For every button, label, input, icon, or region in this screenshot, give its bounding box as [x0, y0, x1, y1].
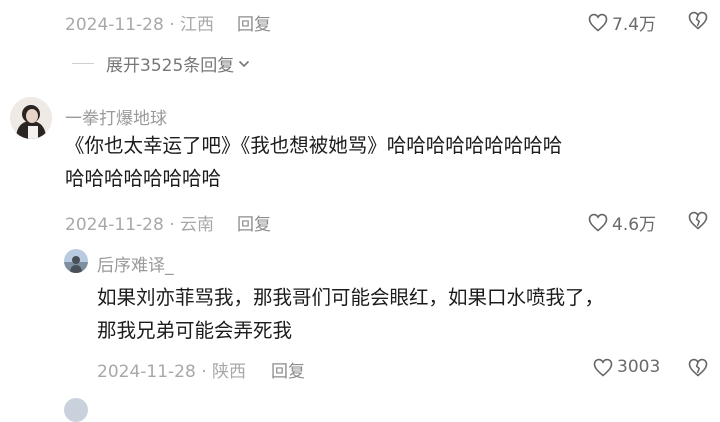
meta-separator: · [169, 215, 175, 235]
heart-icon [588, 13, 608, 32]
broken-heart-icon [688, 211, 708, 230]
reply-date: 2024-11-28 [97, 362, 196, 382]
heart-icon [588, 213, 608, 232]
dislike-button[interactable] [688, 211, 708, 234]
reply-meta: 2024-11-28 · 陕西 [97, 357, 246, 382]
broken-heart-icon [688, 358, 708, 377]
comment-location: 云南 [180, 215, 215, 235]
comment-meta: 2024-11-28 · 云南 [65, 210, 214, 235]
reply-button[interactable]: 回复 [237, 10, 271, 35]
avatar-image [64, 249, 88, 273]
dislike-button[interactable] [688, 11, 708, 34]
meta-separator: · [201, 362, 207, 382]
reply-text-line-1: 如果刘亦菲骂我，那我哥们可能会眼红，如果口水喷我了， [97, 286, 605, 309]
heart-icon [593, 358, 613, 377]
broken-heart-icon [688, 11, 708, 30]
reply-username[interactable]: 后序难译_ [97, 251, 174, 276]
avatar[interactable] [64, 249, 88, 273]
comment-location: 江西 [180, 15, 215, 35]
chevron-down-icon [239, 60, 250, 67]
avatar[interactable] [64, 398, 88, 422]
comment-username[interactable]: 一拳打爆地球 [65, 104, 167, 129]
reply-text-line-2: 那我兄弟可能会弄死我 [97, 319, 293, 342]
avatar[interactable] [10, 97, 52, 139]
top-comment-meta: 2024-11-28 · 江西 [65, 10, 214, 35]
like-count: 7.4万 [612, 15, 657, 35]
meta-separator: · [169, 15, 175, 35]
expand-divider [72, 63, 94, 64]
comment-date: 2024-11-28 [65, 215, 164, 235]
like-button[interactable]: 4.6万 [588, 210, 656, 235]
dislike-button[interactable] [688, 358, 708, 381]
like-count: 3003 [617, 357, 661, 377]
comment-text-line-1: 《你也太幸运了吧》《我也想被她骂》哈哈哈哈哈哈哈哈哈 [65, 134, 563, 157]
comment-date: 2024-11-28 [65, 15, 164, 35]
comment-text-line-2: 哈哈哈哈哈哈哈哈 [65, 167, 222, 190]
expand-replies-button[interactable]: 展开3525条回复 [72, 51, 250, 76]
reply-button[interactable]: 回复 [271, 357, 305, 382]
reply-button[interactable]: 回复 [237, 210, 271, 235]
avatar-image [10, 97, 52, 139]
like-count: 4.6万 [612, 215, 657, 235]
like-button[interactable]: 3003 [593, 357, 660, 377]
expand-replies-label: 展开3525条回复 [106, 56, 235, 76]
reply-location: 陕西 [212, 362, 247, 382]
like-button[interactable]: 7.4万 [588, 10, 656, 35]
